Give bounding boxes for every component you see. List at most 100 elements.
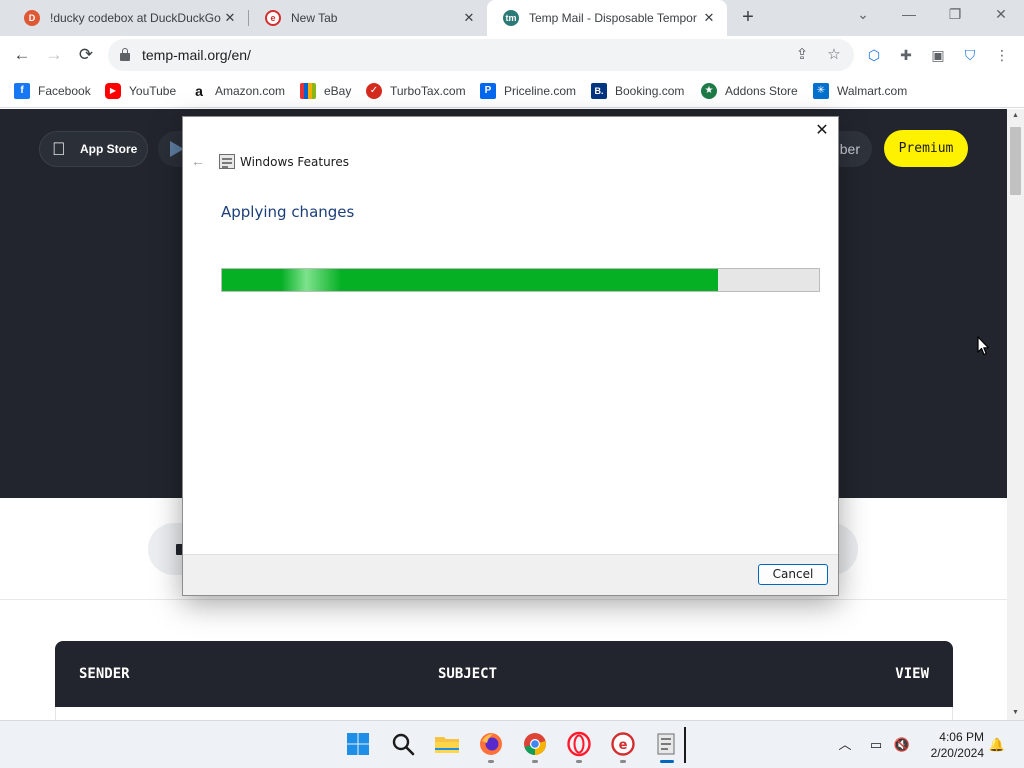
menu-kebab-icon[interactable]: ⋮ <box>991 44 1013 66</box>
bookmark-priceline[interactable]: P Priceline.com <box>480 82 576 100</box>
progress-bar-fill <box>222 269 718 291</box>
facebook-icon: f <box>14 83 30 99</box>
windows-features-icon[interactable] <box>652 729 682 763</box>
dialog-back-icon: ← <box>191 153 205 169</box>
start-icon[interactable] <box>343 729 373 759</box>
apple-icon:  <box>52 139 70 159</box>
opera-gx-icon[interactable]: e <box>608 729 638 763</box>
tab-new-tab[interactable]: e New Tab ✕ <box>249 0 487 36</box>
tab-search-chevron-icon[interactable]: ⌄ <box>841 0 885 30</box>
privacy-shield-icon[interactable]: ⬡ <box>863 44 885 66</box>
dialog-heading: Applying changes <box>221 203 355 221</box>
close-tab-icon[interactable]: ✕ <box>222 10 238 26</box>
mouse-pointer-icon <box>977 336 990 356</box>
bookmark-facebook[interactable]: f Facebook <box>14 82 91 100</box>
cancel-button[interactable]: Cancel <box>758 564 828 585</box>
bookmark-youtube[interactable]: ▶ YouTube <box>105 82 176 100</box>
walmart-icon: ✳ <box>813 83 829 99</box>
dialog-close-icon[interactable]: ✕ <box>814 123 830 139</box>
page-scrollbar[interactable]: ▲ ▼ <box>1007 109 1024 720</box>
bookmark-addons-store[interactable]: ★ Addons Store <box>701 82 798 100</box>
bookmark-label: Priceline.com <box>504 84 577 98</box>
addons-store-icon: ★ <box>701 83 717 99</box>
bookmark-label: Booking.com <box>615 84 685 98</box>
share-icon[interactable]: ⇪ <box>792 45 812 65</box>
running-indicator <box>620 760 626 763</box>
divider <box>0 599 1007 600</box>
bookmark-label: Walmart.com <box>837 84 908 98</box>
browser-toolbar: ← → ⟳ temp-mail.org/en/ ⇪ ☆ ⬡ ✚ ▣ ⛉ ⋮ <box>0 36 1024 74</box>
duckduckgo-icon: D <box>24 10 40 26</box>
tray-chevron-up-icon[interactable]: ︿ <box>835 735 855 755</box>
bookmark-label: YouTube <box>129 84 177 98</box>
bookmark-star-icon[interactable]: ☆ <box>824 45 844 65</box>
running-indicator <box>576 760 582 763</box>
bookmark-turbotax[interactable]: ✓ TurboTax.com <box>366 82 466 100</box>
clock-time: 4:06 PM <box>939 730 984 744</box>
inbox-header: SENDER SUBJECT VIEW <box>55 641 953 707</box>
lock-icon[interactable] <box>120 48 130 61</box>
tab-temp-mail[interactable]: tm Temp Mail - Disposable Tempor ✕ <box>487 0 727 36</box>
opera-gx-icon: e <box>265 10 281 26</box>
dialog-footer: Cancel <box>183 554 838 595</box>
notifications-bell-icon[interactable]: 🔔 <box>987 735 1007 755</box>
close-window-icon[interactable]: ✕ <box>979 0 1023 30</box>
app-store-label: App Store <box>80 142 138 156</box>
tab-title: !ducky codebox at DuckDuckGo <box>50 11 221 25</box>
bookmark-walmart[interactable]: ✳ Walmart.com <box>813 82 907 100</box>
bookmark-label: eBay <box>324 84 352 98</box>
bookmark-label: Amazon.com <box>215 84 286 98</box>
extensions-puzzle-icon[interactable]: ✚ <box>895 44 917 66</box>
scrollbar-thumb[interactable] <box>1010 127 1021 195</box>
back-button[interactable]: ← <box>9 42 35 68</box>
bookmark-amazon[interactable]: a Amazon.com <box>191 82 285 100</box>
reload-button[interactable]: ⟳ <box>73 42 99 68</box>
bookmark-label: Facebook <box>38 84 91 98</box>
minimize-icon[interactable]: — <box>887 0 931 30</box>
taskbar: e ︿ ▭ 🔇 4:06 PM 2/20/2024 🔔 <box>0 720 1024 768</box>
running-indicator <box>488 760 494 763</box>
tab-title: New Tab <box>291 11 338 25</box>
volume-muted-icon[interactable]: 🔇 <box>892 735 912 755</box>
app-store-button[interactable]:  App Store <box>39 131 148 167</box>
firefox-icon[interactable] <box>476 729 506 763</box>
scroll-up-arrow-icon[interactable]: ▲ <box>1007 109 1024 123</box>
file-explorer-icon[interactable] <box>432 729 462 759</box>
close-tab-icon[interactable]: ✕ <box>461 10 477 26</box>
tab-strip: D !ducky codebox at DuckDuckGo ✕ e New T… <box>0 0 1024 36</box>
premium-button[interactable]: Premium <box>884 130 968 167</box>
clock-date: 2/20/2024 <box>930 746 984 760</box>
side-panel-icon[interactable]: ▣ <box>927 44 949 66</box>
bitwarden-shield-icon[interactable]: ⛉ <box>959 44 981 66</box>
bookmark-label: Addons Store <box>725 84 798 98</box>
running-indicator <box>532 760 538 763</box>
windows-features-icon <box>219 154 235 169</box>
bookmark-booking[interactable]: B. Booking.com <box>591 82 684 100</box>
youtube-icon: ▶ <box>105 83 121 99</box>
bookmarks-bar: f Facebook ▶ YouTube a Amazon.com eBay ✓… <box>0 74 1024 108</box>
chrome-icon[interactable] <box>520 729 550 763</box>
svg-text:e: e <box>619 738 628 753</box>
new-tab-button[interactable]: + <box>736 5 760 29</box>
forward-button[interactable]: → <box>41 42 67 68</box>
dialog-title: Windows Features <box>240 155 349 169</box>
windows-features-dialog: ✕ ← Windows Features Applying changes Ca… <box>182 116 839 596</box>
opera-icon[interactable] <box>564 729 594 763</box>
column-view: VIEW <box>895 666 929 682</box>
active-indicator <box>660 760 674 763</box>
system-clock[interactable]: 4:06 PM 2/20/2024 <box>920 729 984 761</box>
tab-title: Temp Mail - Disposable Tempor <box>529 11 697 25</box>
bookmark-ebay[interactable]: eBay <box>300 82 351 100</box>
close-tab-icon[interactable]: ✕ <box>701 10 717 26</box>
url-text[interactable]: temp-mail.org/en/ <box>142 47 251 63</box>
text-cursor-icon <box>683 727 686 763</box>
network-icon[interactable]: ▭ <box>866 735 886 755</box>
address-bar[interactable]: temp-mail.org/en/ ⇪ ☆ <box>108 39 854 71</box>
scroll-down-arrow-icon[interactable]: ▼ <box>1007 706 1024 720</box>
turbotax-icon: ✓ <box>366 83 382 99</box>
search-icon[interactable] <box>388 729 418 759</box>
tab-duckduckgo[interactable]: D !ducky codebox at DuckDuckGo ✕ <box>8 0 248 36</box>
amazon-icon: a <box>191 83 207 99</box>
restore-icon[interactable]: ❐ <box>933 0 977 30</box>
inbox-body <box>55 707 953 720</box>
